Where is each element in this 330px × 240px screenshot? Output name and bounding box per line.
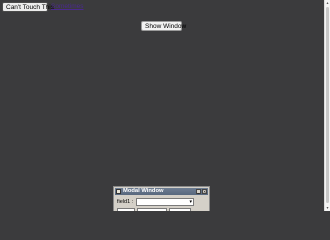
sometimes-link[interactable]: Sometimes — [51, 3, 84, 10]
scrollbar-thumb[interactable] — [326, 7, 329, 203]
second-row-field[interactable] — [169, 208, 191, 211]
page: Can't Touch This Sometimes Show Window M… — [0, 0, 330, 211]
cant-touch-this-button[interactable]: Can't Touch This — [2, 2, 54, 12]
field1-label: field1 : — [117, 199, 134, 205]
chevron-down-icon: ▾ — [189, 199, 192, 205]
minimize-icon[interactable]: _ — [196, 189, 201, 194]
show-window-button[interactable]: Show Window — [141, 21, 186, 31]
modal-titlebar[interactable]: Modal Window _ × — [115, 188, 208, 195]
close-icon[interactable]: × — [202, 189, 207, 194]
window-icon — [116, 189, 121, 194]
scroll-up-icon[interactable]: ▴ — [325, 0, 330, 6]
modal-window[interactable]: Modal Window _ × field1 : ▾ — [113, 186, 210, 211]
vertical-scrollbar[interactable]: ▴ ▾ — [324, 0, 330, 211]
field1-select[interactable]: ▾ — [136, 198, 194, 206]
modal-second-row — [117, 208, 206, 211]
modal-title: Modal Window — [123, 188, 164, 194]
second-row-field[interactable] — [137, 208, 167, 211]
scroll-down-icon[interactable]: ▾ — [325, 205, 330, 211]
second-row-field[interactable] — [117, 208, 135, 211]
